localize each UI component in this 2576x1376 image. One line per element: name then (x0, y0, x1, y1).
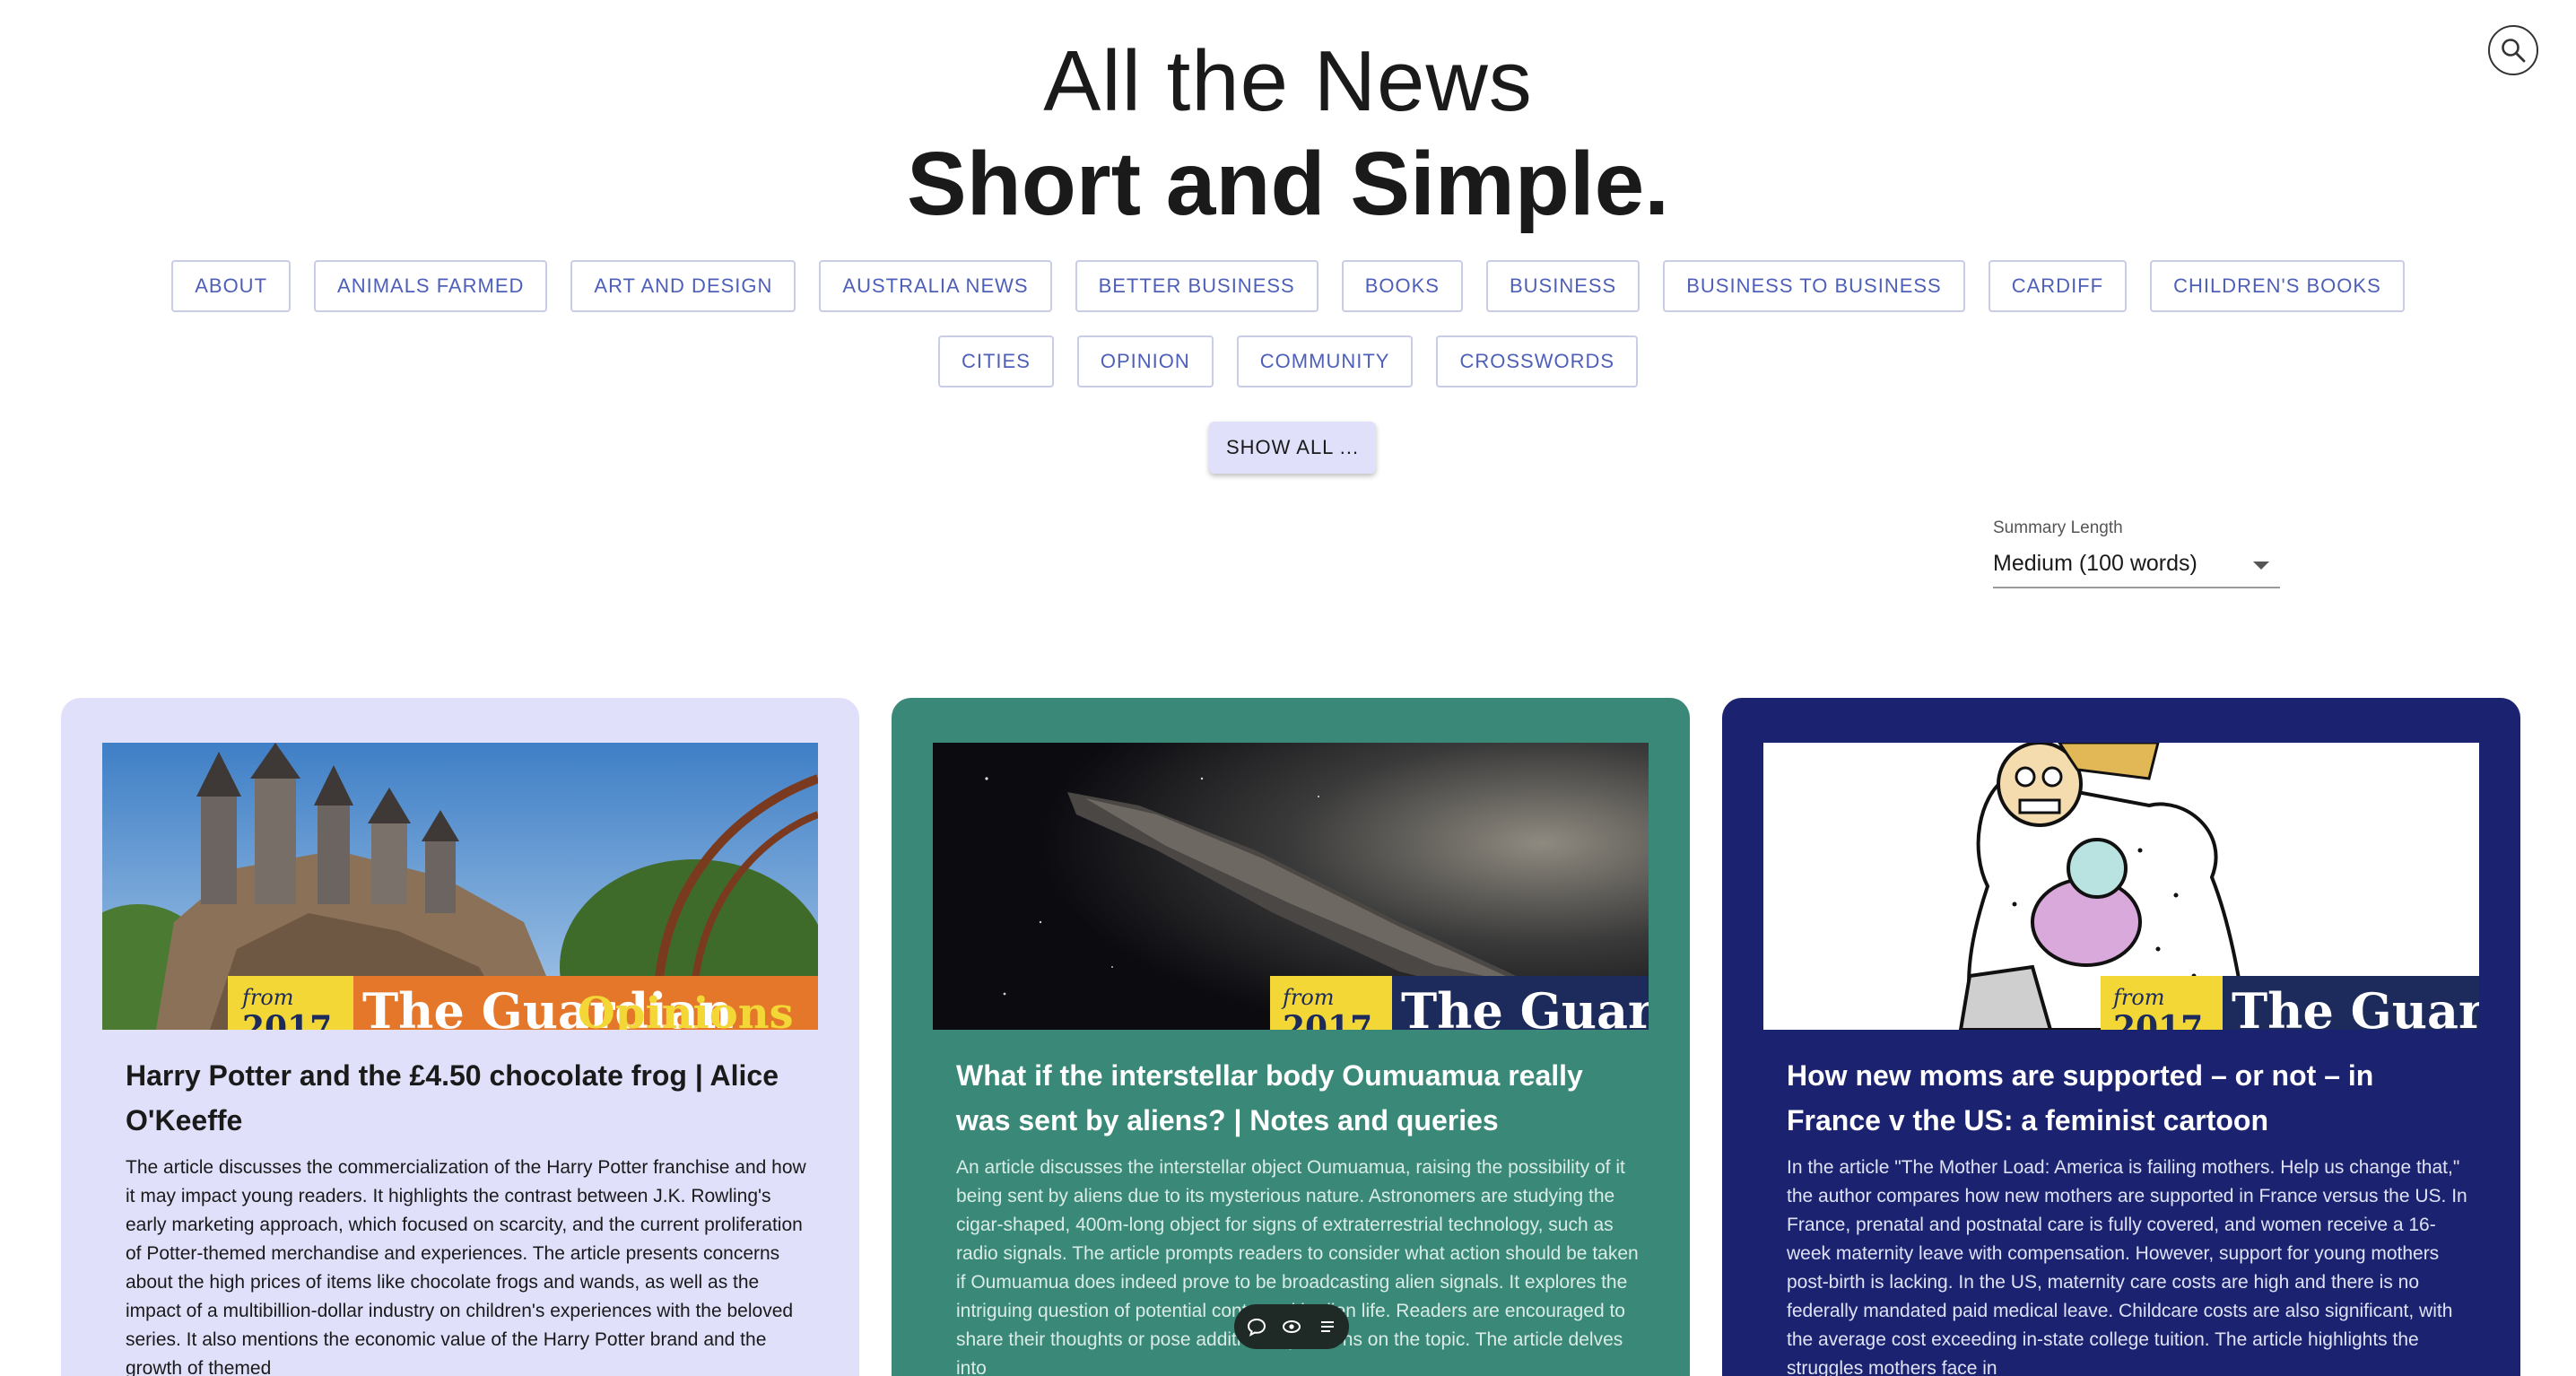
floating-toolbar (1234, 1304, 1349, 1349)
badge-section: Opinions (578, 988, 794, 1030)
article-thumbnail: from 2017 The Guardian Opinions (102, 743, 818, 1030)
article-card[interactable]: from 2017 The Guardian What if the inter… (892, 698, 1690, 1376)
article-title[interactable]: How new moms are supported – or not – in… (1787, 1053, 2468, 1143)
badge-from: from (1281, 985, 1335, 1010)
category-chip-animals-farmed[interactable]: ANIMALS FARMED (314, 260, 548, 312)
badge-brand: The Guardian (1401, 982, 1649, 1030)
badge-from: from (240, 985, 294, 1010)
category-chip-books[interactable]: BOOKS (1341, 260, 1463, 312)
article-summary: In the article "The Mother Load: America… (1787, 1157, 2467, 1376)
category-chip-cardiff[interactable]: CARDIFF (1988, 260, 2128, 312)
summary-length-select[interactable]: Medium (100 words) (1993, 545, 2280, 588)
title-line-2: Short and Simple. (906, 134, 1670, 234)
summary-length-value: Medium (100 words) (1993, 551, 2197, 576)
category-chip-business[interactable]: BUSINESS (1485, 260, 1640, 312)
title-line-1: All the News (1043, 33, 1533, 129)
badge-year: 2017 (1283, 1009, 1372, 1030)
show-all-button[interactable]: SHOW ALL ... (1209, 422, 1376, 474)
badge-brand: The Guardian (2232, 982, 2479, 1030)
category-chip-childrens-books[interactable]: CHILDREN'S BOOKS (2150, 260, 2405, 312)
category-row-1: ABOUT ANIMALS FARMED ART AND DESIGN AUST… (0, 260, 2576, 312)
article-title[interactable]: Harry Potter and the £4.50 chocolate fro… (126, 1053, 807, 1143)
article-title[interactable]: What if the interstellar body Oumuamua r… (956, 1053, 1638, 1143)
category-chip-opinion[interactable]: OPINION (1076, 335, 1214, 388)
article-thumbnail: from 2017 The Guardian (1763, 743, 2479, 1030)
eye-icon[interactable] (1278, 1313, 1305, 1340)
article-thumbnail: from 2017 The Guardian (933, 743, 1649, 1030)
category-chip-crosswords[interactable]: CROSSWORDS (1436, 335, 1639, 388)
category-chip-business-to-business[interactable]: BUSINESS TO BUSINESS (1663, 260, 1965, 312)
article-card[interactable]: from 2017 The Guardian Opinions Harry Po… (61, 698, 859, 1376)
article-card[interactable]: from 2017 The Guardian How new moms are … (1722, 698, 2520, 1376)
badge-year: 2017 (242, 1009, 332, 1030)
list-icon[interactable] (1314, 1313, 1341, 1340)
category-chip-community[interactable]: COMMUNITY (1236, 335, 1414, 388)
category-chip-cities[interactable]: CITIES (937, 335, 1054, 388)
category-chip-art-and-design[interactable]: ART AND DESIGN (570, 260, 796, 312)
category-chip-better-business[interactable]: BETTER BUSINESS (1075, 260, 1318, 312)
article-summary: The article discusses the commercializat… (126, 1157, 806, 1376)
page: All the News Short and Simple. ABOUT ANI… (0, 0, 2576, 1376)
site-title: All the News Short and Simple. (0, 27, 2576, 235)
category-chip-australia-news[interactable]: AUSTRALIA NEWS (819, 260, 1052, 312)
category-chip-about[interactable]: ABOUT (171, 260, 292, 312)
category-row-2: CITIES OPINION COMMUNITY CROSSWORDS (0, 335, 2576, 388)
badge-from: from (2111, 985, 2165, 1010)
chat-icon[interactable] (1243, 1313, 1270, 1340)
badge-year: 2017 (2113, 1009, 2203, 1030)
summary-length-label: Summary Length (1993, 518, 2123, 537)
chevron-down-icon (2253, 562, 2269, 570)
